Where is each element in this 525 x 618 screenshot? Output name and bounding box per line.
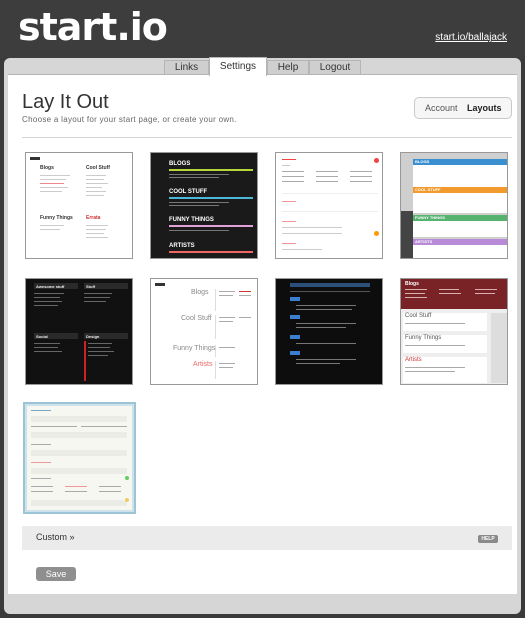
toggle-layouts[interactable]: Layouts xyxy=(467,103,502,113)
tab-settings[interactable]: Settings xyxy=(209,57,267,76)
layout-4-heading-1: BLOGS xyxy=(415,159,430,164)
layout-5-heading-4: Design xyxy=(86,334,100,339)
layout-1-heading-3: Funny Things xyxy=(40,215,73,221)
layout-6-heading-1: Blogs xyxy=(191,289,209,296)
top-bar: start.io start.io/ballajack xyxy=(0,0,525,58)
layout-6-heading-3: Funny Things xyxy=(173,345,216,352)
layout-4-heading-4: ARTISTS xyxy=(415,239,433,244)
account-layouts-toggle: Account Layouts xyxy=(414,97,512,119)
user-link[interactable]: start.io/ballajack xyxy=(435,32,507,43)
main-frame: Links Settings Help Logout Lay It Out Ch… xyxy=(4,57,521,614)
help-badge[interactable]: HELP xyxy=(478,535,498,543)
layout-thumbnail-9[interactable] xyxy=(23,402,136,514)
layout-8-heading-3: Funny Things xyxy=(405,335,442,341)
layout-thumbnail-2[interactable]: BLOGS COOL STUFF FUNNY THINGS ARTISTS xyxy=(150,152,258,259)
layout-2-heading-3: FUNNY THINGS xyxy=(169,217,214,223)
layout-4-heading-2: COOL STUFF xyxy=(415,187,441,192)
page-title: Lay It Out xyxy=(22,91,109,113)
custom-layout-bar[interactable]: Custom » HELP xyxy=(22,526,512,550)
tab-links[interactable]: Links xyxy=(164,60,209,75)
layout-thumbnail-5[interactable]: Awesome stuff Stuff Social Design xyxy=(25,278,133,385)
toggle-account[interactable]: Account xyxy=(425,103,458,113)
layout-8-heading-4: Artists xyxy=(405,357,422,363)
divider xyxy=(22,137,512,138)
tab-help[interactable]: Help xyxy=(267,60,309,75)
layout-thumbnail-4[interactable]: BLOGS COOL STUFF FUNNY THINGS ARTISTS xyxy=(400,152,508,259)
layout-thumbnail-8[interactable]: Blogs Cool Stuff Funny Things Artists xyxy=(400,278,508,385)
layout-2-heading-4: ARTISTS xyxy=(169,243,195,249)
save-button[interactable]: Save xyxy=(36,567,76,581)
custom-link[interactable]: Custom » xyxy=(36,532,75,542)
layout-1-heading-1: Blogs xyxy=(40,165,54,171)
layout-5-heading-1: Awesome stuff xyxy=(36,284,65,289)
layout-8-heading-1: Blogs xyxy=(405,281,419,287)
layout-thumbnail-6[interactable]: Blogs Cool Stuff Funny Things Artists xyxy=(150,278,258,385)
settings-panel: Lay It Out Choose a layout for your star… xyxy=(8,74,517,594)
layout-2-heading-2: COOL STUFF xyxy=(169,189,208,195)
layout-1-heading-4: Errata xyxy=(86,215,101,221)
layout-8-heading-2: Cool Stuff xyxy=(405,313,432,319)
tab-logout[interactable]: Logout xyxy=(309,60,361,75)
layout-5-heading-3: Social xyxy=(36,334,48,339)
tab-bar: Links Settings Help Logout xyxy=(4,57,521,76)
layout-thumbnail-3[interactable] xyxy=(275,152,383,259)
layout-4-heading-3: FUNNY THINGS xyxy=(415,215,445,220)
page-subtitle: Choose a layout for your start page, or … xyxy=(22,115,237,124)
layout-1-heading-2: Cool Stuff xyxy=(86,165,110,171)
layout-5-heading-2: Stuff xyxy=(86,284,96,289)
layout-2-heading-1: BLOGS xyxy=(169,161,191,167)
layout-thumbnail-1[interactable]: Blogs Cool Stuff Funny Things Errata xyxy=(25,152,133,259)
layout-6-heading-4: Artists xyxy=(193,361,213,368)
layout-6-heading-2: Cool Stuff xyxy=(181,315,212,322)
logo[interactable]: start.io xyxy=(18,5,168,49)
layout-thumbnail-7[interactable] xyxy=(275,278,383,385)
